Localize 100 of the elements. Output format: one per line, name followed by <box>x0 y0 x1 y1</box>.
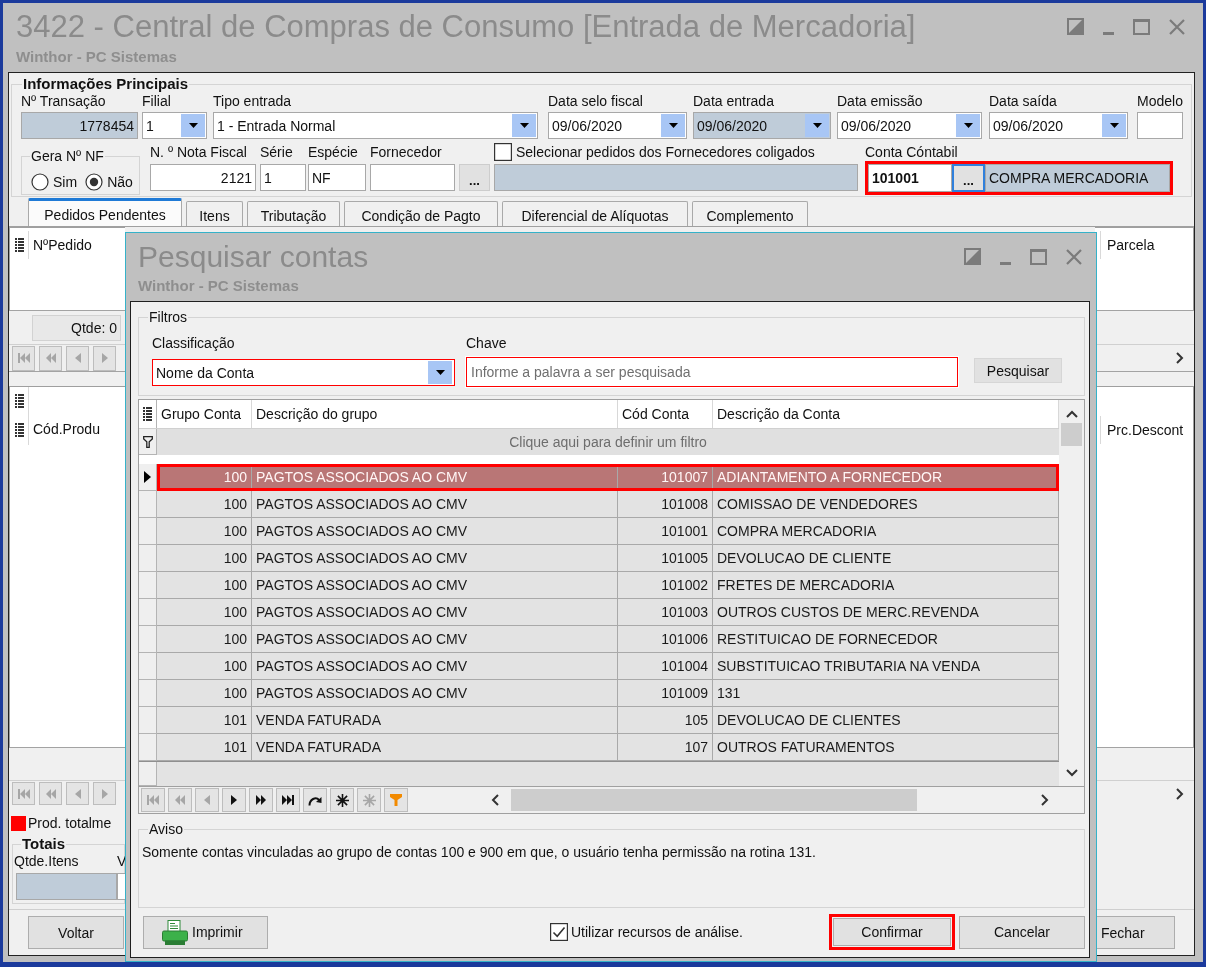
tab[interactable]: Pedidos Pendentes <box>28 198 182 226</box>
column-header[interactable]: Cód Conta <box>618 400 713 428</box>
field-label: Tipo entrada <box>213 93 292 110</box>
column-header[interactable]: Descrição do grupo <box>252 400 618 428</box>
table-row[interactable]: 100 PAGTOS ASSOCIADOS AO CMV 101003 OUTROS CUSTOS DE MERC.REVENDA <box>157 599 1059 626</box>
combo-box[interactable]: Nome da Conta <box>152 359 455 386</box>
asterisk-icon <box>362 793 376 807</box>
combo-box[interactable]: 09/06/2020 <box>693 112 831 139</box>
tab[interactable]: Diferencial de Alíquotas <box>502 201 688 226</box>
dropdown-button[interactable] <box>428 361 452 384</box>
dropdown-button[interactable] <box>1102 114 1126 137</box>
checkbox[interactable] <box>550 923 568 941</box>
half-filled-square-icon[interactable] <box>964 248 981 265</box>
checkbox-label: Utilizar recursos de análise. <box>571 923 743 941</box>
table-row[interactable]: 100 PAGTOS ASSOCIADOS AO CMV 101008 COMISSAO DE VENDEDORES <box>157 491 1059 518</box>
column-header[interactable]: Grupo Conta <box>157 400 252 428</box>
list-icon <box>14 423 24 437</box>
column-header[interactable]: Parcela <box>1100 231 1155 259</box>
radio-button[interactable] <box>85 173 104 191</box>
print-button[interactable]: Imprimir <box>143 915 268 949</box>
confirm-button[interactable]: Confirmar <box>829 914 955 950</box>
close-icon[interactable] <box>1066 249 1082 265</box>
text-field[interactable] <box>370 164 455 191</box>
next-page-button[interactable] <box>249 788 273 812</box>
field-label: Qtde.Itens <box>14 853 79 870</box>
table-row[interactable]: 100 PAGTOS ASSOCIADOS AO CMV 101002 FRETES DE MERCADORIA <box>157 572 1059 599</box>
table-row[interactable]: 100 PAGTOS ASSOCIADOS AO CMV 101004 SUBSTITUICAO TRIBUTARIA NA VENDA <box>157 653 1059 680</box>
half-filled-square-icon[interactable] <box>1067 18 1084 35</box>
chevron-right-icon[interactable] <box>1176 787 1184 800</box>
text-field[interactable] <box>117 873 125 900</box>
scrollbar-thumb[interactable] <box>1061 423 1082 446</box>
triangle-left-icon <box>74 353 81 363</box>
field-label: Data emissão <box>837 93 923 110</box>
combo-box[interactable]: 1 <box>142 112 207 139</box>
row-selector[interactable] <box>139 429 157 455</box>
table-row[interactable]: 101 VENDA FATURADA 107 OUTROS FATURAMENTOS <box>157 734 1059 761</box>
list-icon <box>14 238 24 252</box>
tab[interactable]: Complemento <box>692 201 808 226</box>
table-cell: 100 <box>157 464 252 490</box>
table-row[interactable]: 100 PAGTOS ASSOCIADOS AO CMV 101006 RESTITUICAO DE FORNECEDOR <box>157 626 1059 653</box>
dropdown-button[interactable] <box>181 114 205 137</box>
tab[interactable]: Tributação <box>247 201 340 226</box>
chevron-left-icon[interactable] <box>491 794 499 806</box>
tab[interactable]: Condição de Pagto <box>344 201 498 226</box>
combo-box[interactable]: 1 - Entrada Normal <box>213 112 538 139</box>
close-button[interactable]: Fechar <box>1097 916 1175 949</box>
table-row[interactable]: 100 PAGTOS ASSOCIADOS AO CMV 101005 DEVOLUCAO DE CLIENTE <box>157 545 1059 572</box>
dropdown-button[interactable] <box>805 114 829 137</box>
text-field[interactable]: NF <box>308 164 366 191</box>
dropdown-button[interactable] <box>512 114 536 137</box>
number-field[interactable]: 2121 <box>150 164 256 191</box>
combo-box[interactable]: 09/06/2020 <box>548 112 687 139</box>
insert-button[interactable] <box>330 788 354 812</box>
account-code-field[interactable]: 101001 <box>868 164 952 192</box>
column-header[interactable]: Cód.Produ <box>29 415 114 443</box>
triangle-right-icon <box>101 788 108 799</box>
checkbox[interactable] <box>494 143 512 161</box>
asterisk-icon <box>335 793 349 807</box>
filter-button[interactable] <box>384 788 408 812</box>
chevron-right-icon[interactable] <box>1176 352 1184 364</box>
back-button[interactable]: Voltar <box>28 916 124 949</box>
lookup-button[interactable]: ... <box>459 164 490 191</box>
refresh-button[interactable] <box>303 788 327 812</box>
column-header[interactable]: Prc.Descont <box>1100 416 1184 444</box>
table-row[interactable]: 100 PAGTOS ASSOCIADOS AO CMV 101009 131 <box>157 680 1059 707</box>
combo-box[interactable]: 09/06/2020 <box>989 112 1128 139</box>
tab[interactable]: Itens <box>186 201 243 226</box>
chevron-right-icon[interactable] <box>1041 794 1049 806</box>
field-label: Conta Cóntabil <box>865 143 958 161</box>
caret-down-icon <box>963 123 973 128</box>
filter-row[interactable]: Clique aqui para definir um filtro <box>157 429 1059 455</box>
text-field[interactable]: 1 <box>260 164 306 191</box>
row-selector[interactable] <box>139 464 157 491</box>
field-label: Nº Transação <box>21 93 106 110</box>
chevron-up-icon[interactable] <box>1065 410 1078 418</box>
cancel-button[interactable]: Cancelar <box>959 915 1085 949</box>
table-cell: 100 <box>157 545 252 571</box>
text-field[interactable] <box>1137 112 1183 139</box>
combo-box[interactable]: 09/06/2020 <box>837 112 982 139</box>
scrollbar-thumb[interactable] <box>511 789 917 811</box>
close-icon[interactable] <box>1169 19 1185 35</box>
curved-arrow-icon <box>308 794 322 806</box>
maximize-icon[interactable] <box>1133 19 1150 35</box>
dropdown-button[interactable] <box>956 114 980 137</box>
chevron-down-icon[interactable] <box>1065 769 1078 777</box>
column-header[interactable]: NºPedido <box>29 231 92 259</box>
table-cell: 101009 <box>618 680 713 706</box>
next-button[interactable] <box>222 788 246 812</box>
table-row[interactable]: 100 PAGTOS ASSOCIADOS AO CMV 101001 COMPRA MERCADORIA <box>157 518 1059 545</box>
number-field[interactable]: 1778454 <box>21 112 138 139</box>
maximize-icon[interactable] <box>1030 249 1047 265</box>
search-key-field[interactable]: Informe a palavra a ser pesquisada <box>466 357 958 387</box>
search-button[interactable]: Pesquisar <box>974 358 1062 383</box>
list-icon <box>14 394 24 408</box>
lookup-button[interactable]: ... <box>952 164 985 192</box>
radio-button[interactable] <box>31 173 49 191</box>
last-button[interactable] <box>276 788 300 812</box>
table-cell: PAGTOS ASSOCIADOS AO CMV <box>252 518 618 544</box>
table-row[interactable]: 101 VENDA FATURADA 105 DEVOLUCAO DE CLIENTES <box>157 707 1059 734</box>
dropdown-button[interactable] <box>661 114 685 137</box>
